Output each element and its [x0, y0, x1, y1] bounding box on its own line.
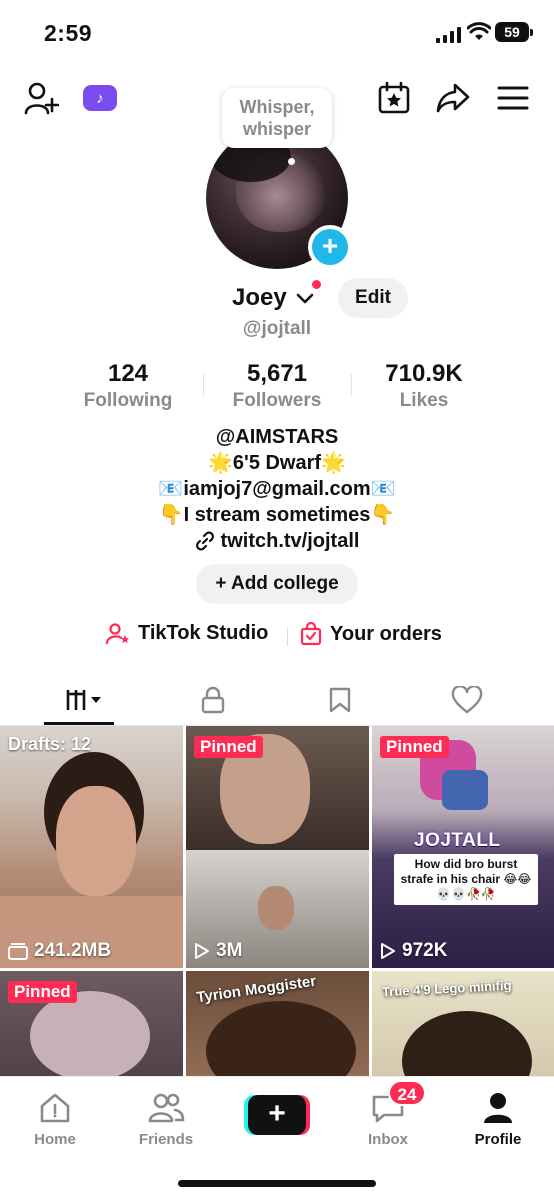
lock-icon — [201, 686, 225, 714]
studio-icon — [106, 622, 129, 644]
nav-profile[interactable]: Profile — [458, 1089, 538, 1148]
view-count: 3M — [194, 940, 242, 962]
signal-icon — [436, 27, 461, 43]
status-bar: 2:59 59 — [0, 0, 554, 66]
drafts-tile[interactable]: Drafts: 12 241.2MB — [0, 726, 183, 968]
video-caption: Tyrion Moggister — [195, 972, 318, 1007]
tab-videos[interactable] — [32, 676, 142, 725]
status-time: 2:59 — [44, 20, 93, 46]
play-icon — [381, 943, 395, 959]
wifi-icon — [467, 22, 491, 40]
stack-icon — [8, 943, 28, 960]
chevron-down-icon[interactable] — [296, 292, 314, 306]
video-grid: Drafts: 12 241.2MB Pinned 3M JOJTALL How… — [0, 726, 554, 1076]
bio-line: 👇I stream sometimes👇 — [158, 504, 396, 526]
bookmark-icon — [329, 687, 351, 713]
stat-value: 710.9K — [385, 360, 463, 387]
bio-link-text: twitch.tv/jojtall — [220, 530, 360, 552]
bio: @AIMSTARS 🌟6'5 Dwarf🌟 📧iamjoj7@gmail.com… — [0, 424, 554, 558]
drafts-size-value: 241.2MB — [34, 940, 112, 961]
stat-divider — [203, 374, 204, 396]
orders-bag-icon — [300, 622, 322, 646]
home-indicator[interactable] — [178, 1180, 376, 1187]
tab-private[interactable] — [158, 676, 268, 724]
stream-tag: JOJTALL — [414, 830, 501, 851]
pinned-badge: Pinned — [194, 736, 263, 758]
create-button[interactable]: + — [244, 1095, 310, 1135]
your-orders-link[interactable]: Your orders — [300, 622, 442, 646]
link-icon — [195, 531, 214, 551]
thumb-face — [56, 786, 136, 896]
orders-label: Your orders — [330, 622, 442, 645]
content-tabs — [0, 676, 554, 726]
stat-followers[interactable]: 5,671 Followers — [207, 360, 347, 412]
video-tile[interactable]: Tyrion Moggister — [186, 971, 369, 1076]
heart-icon — [451, 686, 483, 714]
nav-inbox-label: Inbox — [368, 1131, 408, 1148]
stat-likes[interactable]: 710.9K Likes — [354, 360, 494, 412]
add-friend-icon[interactable] — [22, 80, 60, 116]
note-bubble-dot — [288, 158, 295, 165]
bio-line: @AIMSTARS — [215, 426, 339, 448]
shortcuts-row: TikTok Studio Your orders — [0, 622, 554, 652]
stat-label: Following — [83, 390, 173, 411]
notification-dot — [312, 280, 321, 289]
battery-icon: 59 — [495, 22, 533, 42]
view-count: 972K — [380, 940, 447, 962]
stat-value: 124 — [107, 360, 149, 387]
video-tile-pinned-2[interactable]: JOJTALL How did bro burst strafe in his … — [372, 726, 554, 968]
stat-label: Followers — [232, 390, 322, 411]
tab-liked[interactable] — [412, 676, 522, 724]
nav-home-label: Home — [34, 1131, 76, 1148]
video-caption: How did bro burst strafe in his chair 😂😂… — [394, 854, 538, 905]
thumb-face-small — [258, 886, 294, 930]
nav-friends-label: Friends — [138, 1131, 194, 1148]
video-tile[interactable]: True 4'9 Lego minifig — [372, 971, 554, 1076]
tiktok-now-icon[interactable]: ♪ — [83, 85, 117, 111]
thumb-hair — [402, 1011, 532, 1076]
bio-line: 📧iamjoj7@gmail.com📧 — [158, 478, 396, 500]
menu-icon[interactable] — [496, 83, 530, 113]
drafts-label: Drafts: 12 — [8, 734, 92, 754]
inbox-badge: 24 — [388, 1080, 426, 1106]
add-story-button[interactable]: + — [308, 225, 352, 269]
pinned-badge: Pinned — [8, 981, 77, 1003]
thumb-figure-legs — [442, 770, 488, 810]
tiktok-studio-link[interactable]: TikTok Studio — [106, 622, 268, 645]
friends-icon — [148, 1093, 185, 1123]
bio-link[interactable]: twitch.tv/jojtall — [195, 528, 360, 554]
note-bubble[interactable]: Whisper, whisper — [222, 88, 332, 148]
video-caption: True 4'9 Lego minifig — [381, 977, 512, 1000]
play-icon — [195, 943, 209, 959]
username-handle: @jojtall — [242, 318, 312, 339]
stat-value: 5,671 — [246, 360, 308, 387]
pinned-badge: Pinned — [380, 736, 449, 758]
tab-favorites[interactable] — [285, 676, 395, 724]
video-tile-pinned-3[interactable]: Pinned X ♪ ▮ ▶ jojtall — [0, 971, 183, 1076]
thumb-face — [30, 991, 150, 1076]
bio-line: 🌟6'5 Dwarf🌟 — [208, 452, 346, 474]
view-count-value: 972K — [402, 940, 448, 961]
add-college-button[interactable]: + Add college — [196, 564, 358, 604]
studio-label: TikTok Studio — [138, 622, 269, 644]
video-tile-pinned-1[interactable]: Pinned 3M — [186, 726, 369, 968]
share-icon[interactable] — [434, 80, 472, 116]
nav-friends[interactable]: Friends — [126, 1089, 206, 1148]
calendar-star-icon[interactable] — [376, 80, 412, 116]
home-icon — [40, 1093, 70, 1123]
view-count-value: 3M — [216, 940, 243, 961]
thumb-hair — [206, 1001, 356, 1076]
create-plus-icon: + — [248, 1095, 306, 1135]
shortcut-divider — [287, 628, 288, 646]
nav-profile-label: Profile — [474, 1131, 522, 1148]
stat-divider — [351, 374, 352, 396]
edit-profile-button[interactable]: Edit — [338, 278, 408, 318]
stat-label: Likes — [399, 390, 449, 411]
display-name[interactable]: Joey — [232, 284, 287, 312]
grid-icon — [66, 690, 101, 710]
stat-following[interactable]: 124 Following — [58, 360, 198, 412]
drafts-size: 241.2MB — [8, 940, 111, 962]
profile-icon — [484, 1093, 512, 1123]
nav-home[interactable]: Home — [15, 1089, 95, 1148]
